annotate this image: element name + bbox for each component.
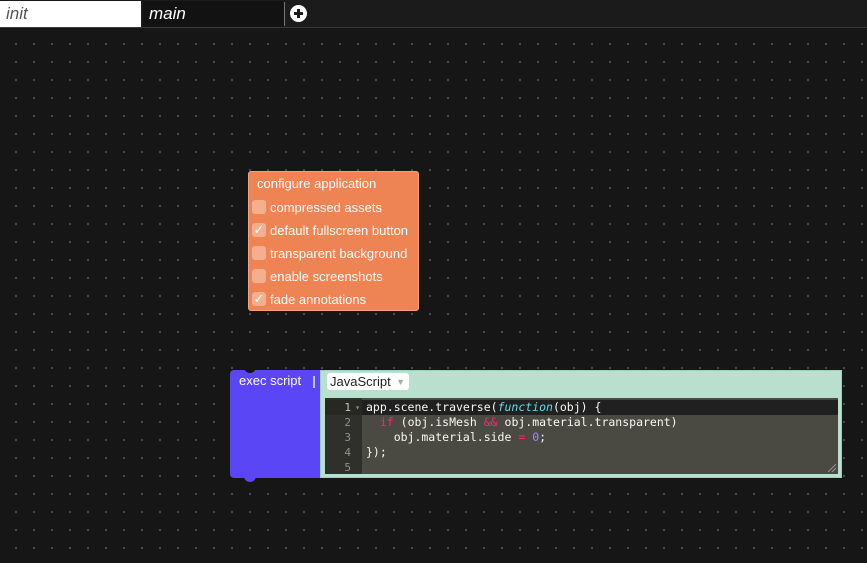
checkbox-transparent-background[interactable]: [252, 246, 266, 260]
option-label: transparent background: [270, 246, 408, 261]
checkbox-fade-annotations[interactable]: ✓: [252, 292, 266, 306]
chevron-down-icon: ▼: [396, 377, 405, 387]
line-number: 5: [344, 461, 351, 474]
tab-main[interactable]: main: [143, 1, 284, 27]
plus-circle-icon[interactable]: [290, 5, 307, 22]
line-number: 1 ▾: [325, 400, 362, 415]
exec-script-block[interactable]: exec script: [230, 367, 323, 482]
tab-bar: init main: [0, 0, 867, 28]
code-line-2: if (obj.isMesh && obj.material.transpare…: [379, 415, 678, 429]
language-dropdown[interactable]: JavaScript ▼: [327, 373, 409, 390]
option-label: default fullscreen button: [270, 223, 409, 238]
resize-handle-icon[interactable]: [828, 464, 836, 472]
line-number: 4: [344, 446, 351, 459]
line-gutter: 1 ▾ 2 3 4 5: [325, 398, 362, 474]
line-number: 3: [344, 431, 351, 444]
option-label: enable screenshots: [270, 269, 383, 284]
line-number: 2: [344, 416, 351, 429]
option-label: fade annotations: [270, 292, 367, 307]
fold-arrow-icon[interactable]: ▾: [355, 400, 360, 415]
block-title: configure application: [257, 176, 377, 191]
script-input-panel: JavaScript ▼ 1 ▾ 2 3 4 5 app.scene.traver…: [320, 370, 842, 478]
checkbox-enable-screenshots[interactable]: [252, 269, 266, 283]
code-editor[interactable]: 1 ▾ 2 3 4 5 app.scene.traverse(function(o…: [325, 398, 838, 474]
blocks-workspace[interactable]: [0, 28, 867, 563]
tab-init[interactable]: init: [0, 1, 141, 27]
code-line-1: app.scene.traverse(function(obj) {: [366, 400, 602, 414]
language-value: JavaScript: [330, 374, 391, 389]
option-label: compressed assets: [270, 200, 382, 215]
checkbox-compressed-assets[interactable]: [252, 200, 266, 214]
code-line-3: obj.material.side = 0;: [366, 430, 547, 444]
block-title: exec script: [239, 373, 302, 388]
code-line-4: });: [366, 445, 387, 459]
tab-divider: [284, 2, 285, 26]
checkbox-default-fullscreen-button[interactable]: ✓: [252, 223, 266, 237]
configure-application-block[interactable]: configure application compressed assets …: [248, 171, 419, 311]
